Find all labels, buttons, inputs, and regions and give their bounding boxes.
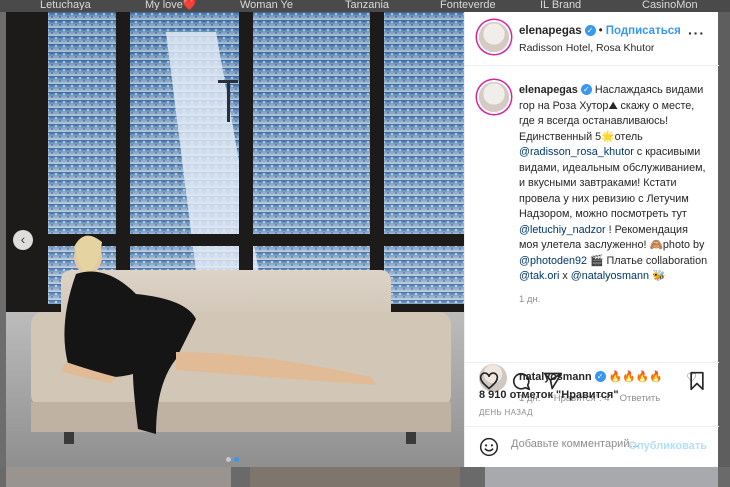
mention-link[interactable]: @letuchiy_nadzor [519, 224, 606, 236]
share-icon[interactable] [543, 371, 563, 391]
bookmark-icon[interactable] [687, 371, 707, 391]
comment-reply-button[interactable]: Ответить [620, 393, 661, 404]
grid-thumbnail[interactable] [485, 467, 718, 487]
grid-thumbnail[interactable] [6, 467, 231, 487]
carousel-dot-active [234, 457, 239, 462]
carousel-indicator [226, 450, 242, 465]
caption-time: 1 дн. [519, 294, 541, 305]
comment-icon[interactable] [511, 371, 531, 391]
browser-bookmarks-bar: Letuchaya My love❤️ Woman Ye Tanzania Fo… [0, 0, 730, 12]
post-header: elenapegas ✓ • Подписаться Radisson Hotel, … [465, 12, 719, 66]
caption-avatar[interactable] [479, 82, 509, 112]
author-line: elenapegas ✓ • Подписаться [519, 25, 681, 37]
follow-button[interactable]: Подписаться [606, 25, 681, 37]
chevron-left-icon: ‹ [20, 231, 26, 247]
post-photo[interactable]: ‹ [6, 12, 464, 467]
publish-button[interactable]: Опубликовать [628, 440, 707, 452]
mention-link[interactable]: @natalyosmann [571, 270, 649, 282]
caption-text: 🐝 [648, 270, 666, 282]
mention-link[interactable]: @radisson_rosa_khutor [519, 146, 634, 158]
separator-dot: • [598, 25, 603, 37]
bookmark-tab[interactable]: CasinoMon [642, 0, 698, 10]
smiley-icon[interactable] [479, 437, 499, 457]
verified-badge-icon: ✓ [584, 25, 596, 36]
post-side-panel: elenapegas ✓ • Подписаться Radisson Hotel, … [464, 12, 719, 467]
verified-badge-icon: ✓ [580, 84, 592, 95]
bookmark-tab[interactable]: My love❤️ [145, 0, 197, 10]
bookmark-tab[interactable]: Letuchaya [40, 0, 91, 10]
carousel-dot [226, 457, 231, 462]
post-modal: ‹ elenapegas ✓ • Подписаться Radisson Hotel… [6, 12, 719, 467]
grid-thumbnail[interactable] [250, 467, 460, 487]
heart-icon[interactable] [479, 371, 499, 391]
bookmark-tab[interactable]: Tanzania [345, 0, 389, 10]
more-horizontal-icon[interactable]: ··· [688, 25, 705, 41]
bookmark-tab[interactable]: Woman Ye [240, 0, 293, 10]
caption-text: x [559, 270, 571, 282]
mention-link[interactable]: @tak.ori [519, 270, 559, 282]
mention-link[interactable]: @photoden92 [519, 255, 587, 267]
post-date: ДЕНЬ НАЗАД [479, 408, 533, 417]
author-avatar[interactable] [479, 22, 509, 52]
caption-area: elenapegas ✓ Наслаждаясь видами гор на Ро… [465, 66, 719, 404]
likes-count[interactable]: 8 910 отметок "Нравится" [479, 389, 619, 401]
post-location[interactable]: Radisson Hotel, Rosa Khutor [519, 42, 654, 54]
post-caption: elenapegas ✓ Наслаждаясь видами гор на Ро… [519, 83, 709, 285]
caption-text: 🎬 Платье collaboration [587, 254, 708, 267]
carousel-prev-button[interactable]: ‹ [13, 230, 33, 250]
photo-image [6, 12, 464, 467]
bookmark-tab[interactable]: Fonteverde [440, 0, 496, 10]
author-username[interactable]: elenapegas [519, 25, 582, 37]
add-comment-bar: Опубликовать [465, 426, 719, 468]
bookmark-tab[interactable]: IL Brand [540, 0, 581, 10]
caption-username[interactable]: elenapegas [519, 84, 578, 96]
